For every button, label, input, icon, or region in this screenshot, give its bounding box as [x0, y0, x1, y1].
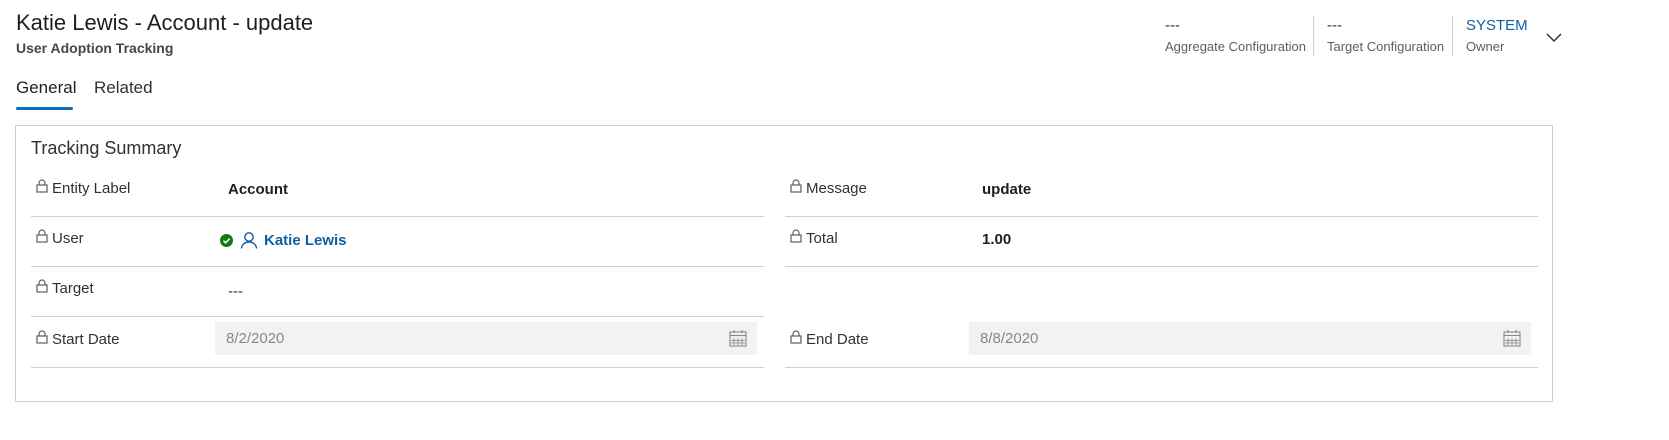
target-configuration-value: --- — [1327, 17, 1342, 34]
header-field-target-configuration[interactable]: --- Target Configuration — [1327, 16, 1444, 56]
person-icon — [240, 232, 258, 249]
section-title: Tracking Summary — [31, 138, 182, 158]
target-configuration-label: Target Configuration — [1327, 39, 1445, 54]
field-user: User Katie Lewis — [31, 217, 764, 267]
end-date-input[interactable]: 8/8/2020 — [969, 322, 1531, 355]
field-target: Target --- — [31, 267, 764, 317]
message-label: Message — [806, 180, 867, 197]
total-value: 1.00 — [982, 231, 1012, 248]
record-header: Katie Lewis - Account - update User Adop… — [0, 0, 1669, 70]
tab-general[interactable]: General — [16, 78, 76, 98]
presence-available-icon — [220, 234, 233, 247]
lock-icon — [790, 229, 802, 243]
lock-icon — [36, 229, 48, 243]
header-field-aggregate-configuration[interactable]: --- Aggregate Configuration — [1165, 16, 1306, 56]
field-total: Total 1.00 — [785, 217, 1538, 267]
field-start-date: Start Date 8/2/2020 — [31, 318, 764, 368]
row-divider — [31, 367, 764, 368]
field-entity-label: Entity Label Account — [31, 167, 764, 217]
user-link[interactable]: Katie Lewis — [264, 232, 347, 249]
entity-subtitle: User Adoption Tracking — [16, 40, 174, 56]
entity-label-value: Account — [228, 181, 288, 198]
aggregate-configuration-label: Aggregate Configuration — [1165, 39, 1306, 54]
chevron-down-icon[interactable] — [1545, 28, 1563, 46]
lock-icon — [36, 179, 48, 193]
total-label: Total — [806, 230, 838, 247]
lock-icon — [790, 330, 802, 344]
user-label: User — [52, 230, 84, 247]
field-end-date: End Date 8/8/2020 — [785, 318, 1538, 368]
header-separator — [1452, 16, 1453, 56]
message-value: update — [982, 181, 1032, 198]
lock-icon — [790, 179, 802, 193]
end-date-label: End Date — [806, 331, 869, 348]
active-tab-indicator — [16, 107, 73, 110]
target-label: Target — [52, 280, 94, 297]
row-divider — [785, 266, 1538, 267]
page-title: Katie Lewis - Account - update — [16, 10, 314, 35]
start-date-input[interactable]: 8/2/2020 — [215, 322, 757, 355]
lock-icon — [36, 279, 48, 293]
end-date-value: 8/8/2020 — [980, 330, 1039, 347]
aggregate-configuration-value: --- — [1165, 17, 1180, 34]
header-field-owner[interactable]: SYSTEM Owner — [1466, 16, 1528, 56]
lock-icon — [36, 330, 48, 344]
tab-related[interactable]: Related — [94, 78, 153, 98]
owner-value[interactable]: SYSTEM — [1466, 16, 1528, 36]
field-message: Message update — [785, 167, 1538, 217]
row-divider — [785, 367, 1538, 368]
header-separator — [1313, 16, 1314, 56]
owner-label: Owner — [1466, 39, 1505, 54]
tracking-summary-section: Tracking Summary Entity Label Account Me… — [15, 125, 1553, 402]
target-value[interactable]: --- — [228, 283, 243, 300]
row-divider — [31, 316, 764, 317]
entity-label-label: Entity Label — [52, 180, 131, 197]
calendar-icon[interactable] — [729, 330, 747, 347]
start-date-label: Start Date — [52, 331, 120, 348]
calendar-icon[interactable] — [1503, 330, 1521, 347]
start-date-value: 8/2/2020 — [226, 330, 285, 347]
